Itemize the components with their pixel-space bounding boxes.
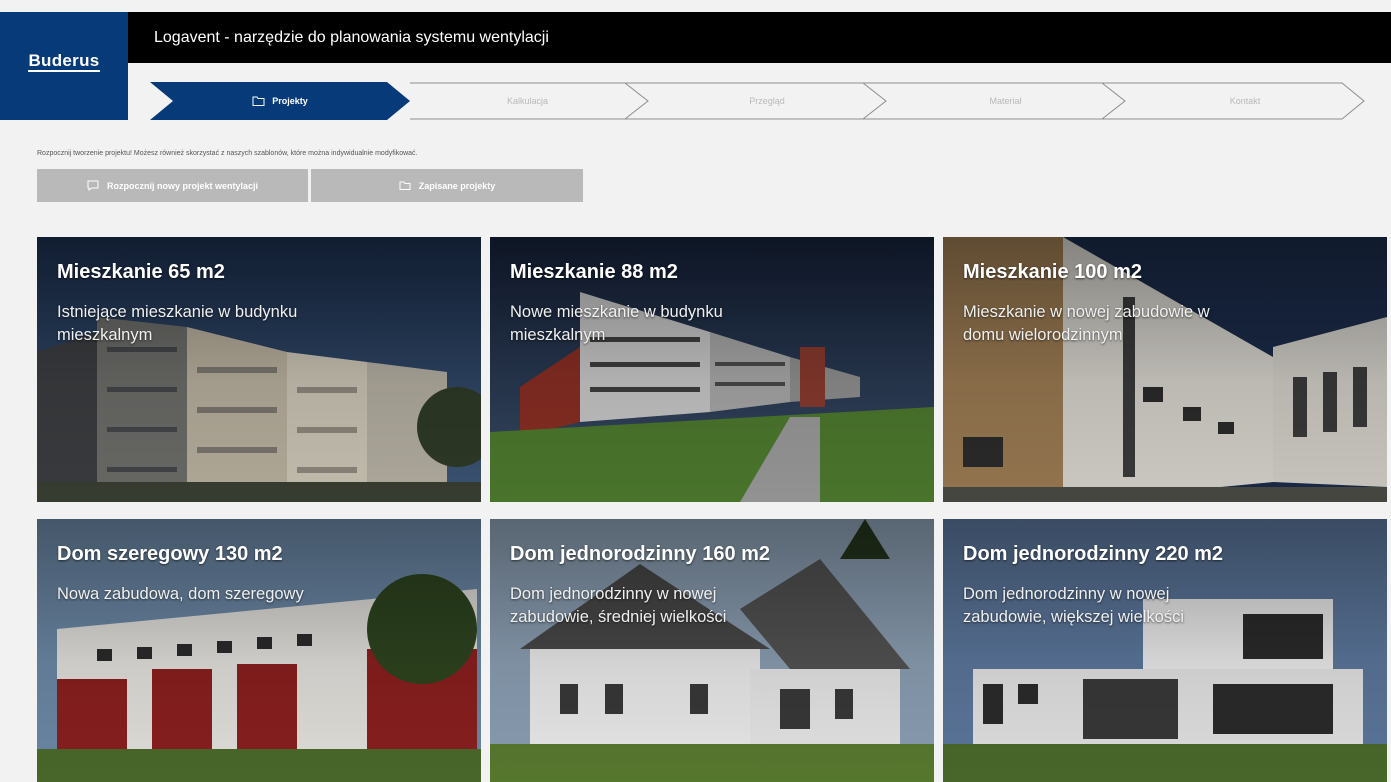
step-label-przeglad: Przegląd xyxy=(749,96,785,106)
card-title: Mieszkanie 65 m2 xyxy=(57,261,225,283)
template-card-dom-jednorodzinny-220[interactable]: Dom jednorodzinny 220 m2 Dom jednorodzin… xyxy=(943,519,1387,782)
step-label-kontakt: Kontakt xyxy=(1229,96,1261,106)
template-card-mieszkanie-65[interactable]: Mieszkanie 65 m2 Istniejące mieszkanie w… xyxy=(37,237,481,502)
card-title: Dom jednorodzinny 220 m2 xyxy=(963,543,1224,565)
card-description: Dom jednorodzinny w nowej zabudowie, śre… xyxy=(510,585,727,626)
saved-projects-label: Zapisane projekty xyxy=(418,180,496,191)
folder-open-icon xyxy=(399,180,411,191)
app-header: Logavent - narzędzie do planowania syste… xyxy=(128,12,1391,63)
buderus-logo[interactable]: Buderus xyxy=(0,12,128,120)
app-title: Logavent - narzędzie do planowania syste… xyxy=(154,28,549,46)
card-title: Dom jednorodzinny 160 m2 xyxy=(510,543,771,565)
tab-projekty[interactable]: Projekty xyxy=(173,82,387,120)
tab-przeglad[interactable]: Przegląd xyxy=(648,82,886,120)
template-card-dom-szeregowy-130[interactable]: Dom szeregowy 130 m2 Nowa zabudowa, dom … xyxy=(37,519,481,782)
card-description: Istniejące mieszkanie w budynku mieszkal… xyxy=(57,303,298,344)
card-description: Dom jednorodzinny w nowej zabudowie, wię… xyxy=(963,585,1185,626)
card-description: Mieszkanie w nowej zabudowie w domu wiel… xyxy=(963,303,1210,344)
intro-text: Rozpocznij tworzenie projektu! Możesz ró… xyxy=(37,150,418,157)
card-description: Nowe mieszkanie w budynku mieszkalnym xyxy=(510,303,723,344)
template-card-mieszkanie-88[interactable]: Mieszkanie 88 m2 Nowe mieszkanie w budyn… xyxy=(490,237,934,502)
card-title: Mieszkanie 100 m2 xyxy=(963,261,1142,283)
step-label-material: Materiał xyxy=(989,96,1022,106)
saved-projects-button[interactable]: Zapisane projekty xyxy=(311,169,583,202)
tab-material[interactable]: Materiał xyxy=(886,82,1125,120)
tab-kontakt[interactable]: Kontakt xyxy=(1125,82,1365,120)
logo-text: Buderus xyxy=(28,51,100,72)
step-label-projekty: Projekty xyxy=(272,96,308,106)
new-project-button[interactable]: Rozpocznij nowy projekt wentylacji xyxy=(37,169,308,202)
tab-kalkulacja[interactable]: Kalkulacja xyxy=(420,82,635,120)
card-description: Nowa zabudowa, dom szeregowy xyxy=(57,585,304,603)
template-card-dom-jednorodzinny-160[interactable]: Dom jednorodzinny 160 m2 Dom jednorodzin… xyxy=(490,519,934,782)
folder-icon xyxy=(252,96,265,106)
template-card-mieszkanie-100[interactable]: Mieszkanie 100 m2 Mieszkanie w nowej zab… xyxy=(943,237,1387,502)
new-project-label: Rozpocznij nowy projekt wentylacji xyxy=(106,180,259,191)
card-title: Dom szeregowy 130 m2 xyxy=(57,543,283,565)
step-label-kalkulacja: Kalkulacja xyxy=(506,96,549,106)
card-title: Mieszkanie 88 m2 xyxy=(510,261,678,283)
speech-bubble-icon xyxy=(87,180,99,191)
